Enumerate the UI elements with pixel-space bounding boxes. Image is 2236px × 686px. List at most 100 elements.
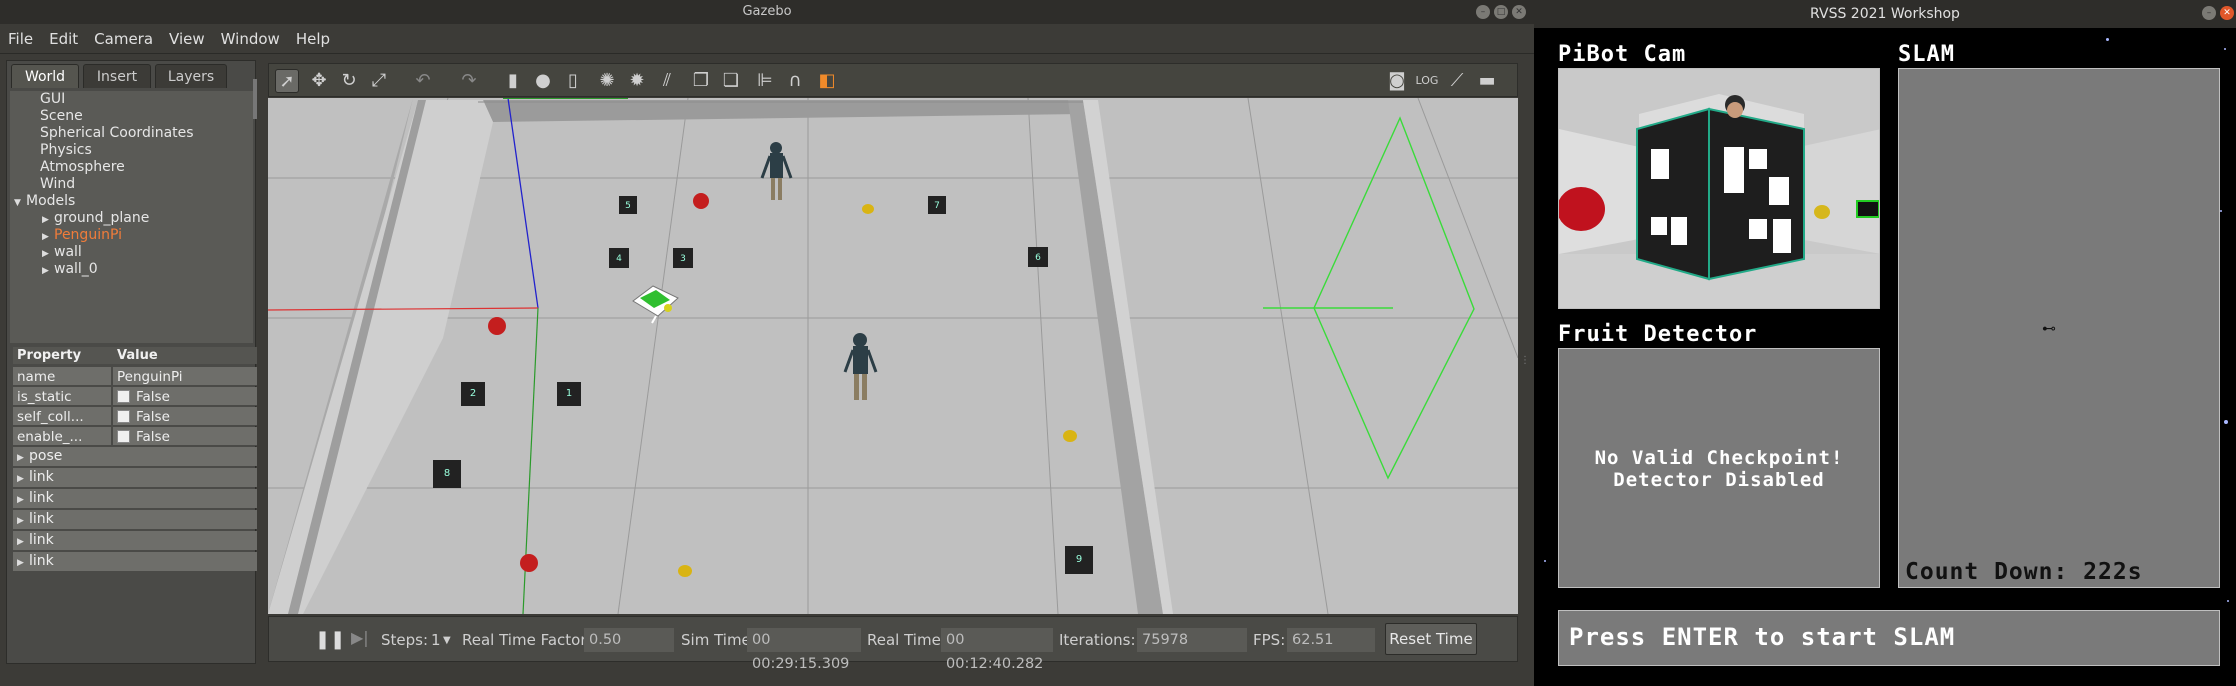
property-value[interactable]: False [113,407,257,426]
expanded-arrow-icon[interactable]: ▼ [14,195,26,212]
collapsed-arrow-icon[interactable]: ▶ [17,491,29,510]
scene-drawing: 5 7 4 3 6 2 1 8 9 [268,98,1518,614]
rvss-close-icon[interactable]: ✕ [2220,6,2234,20]
log-icon[interactable]: LOG [1415,69,1439,93]
menu-camera[interactable]: Camera [86,24,161,54]
undo-icon[interactable]: ↶ [411,69,435,93]
svg-text:1: 1 [566,388,572,399]
collapsed-arrow-icon[interactable]: ▶ [17,512,29,531]
close-icon[interactable]: ✕ [1512,5,1526,19]
property-value[interactable]: False [113,387,257,406]
tree-item[interactable]: Spherical Coordinates [28,125,194,142]
select-mode-icon[interactable]: ➚ [275,69,299,93]
checkbox[interactable] [117,410,130,423]
collapsed-arrow-icon[interactable]: ▶ [42,263,54,280]
tab-insert[interactable]: Insert [83,64,151,88]
scale-mode-icon[interactable]: ⤢ [367,69,391,93]
tree-item[interactable]: ▶ wall [42,244,82,261]
cylinder-shape-icon[interactable]: ▯ [561,69,585,93]
tree-item[interactable]: ▼ Models [14,193,75,210]
fps-label: FPS: [1253,631,1286,649]
detector-msg-line1: No Valid Checkpoint! [1594,447,1844,469]
video-record-icon[interactable]: ▬ [1475,69,1499,93]
splitter-handle[interactable]: ⋮ [1520,355,1530,375]
tree-item[interactable]: Atmosphere [28,159,125,176]
property-row: is_static False [13,387,257,407]
svg-text:7: 7 [934,201,940,211]
sim-time-label: Sim Time: [681,631,756,649]
expandable-pose[interactable]: ▶ pose [13,447,257,466]
property-name: name [13,367,111,386]
gazebo-title: Gazebo [742,4,792,19]
star-dot [2224,48,2226,50]
property-value[interactable]: False [113,427,257,446]
expandable-label: link [29,469,54,485]
collapsed-arrow-icon[interactable]: ▶ [17,470,29,489]
box-shape-icon[interactable]: ▮ [501,69,525,93]
tree-item[interactable]: ▶ PenguinPi [42,227,122,244]
tree-item[interactable]: GUI [28,91,65,108]
redo-icon[interactable]: ↷ [457,69,481,93]
real-time-field: 00 00:12:40.282 [941,628,1053,672]
rvss-minimize-icon[interactable]: – [2202,6,2216,20]
tree-item-label: Models [26,193,76,209]
maximize-icon[interactable]: □ [1494,5,1508,19]
menu-file[interactable]: File [0,24,41,54]
steps-value[interactable]: 1 [431,631,441,649]
property-row: self_coll... False [13,407,257,427]
plot-icon[interactable]: ⟋ [1445,69,1469,93]
paste-icon[interactable]: ❏ [719,69,743,93]
menu-view[interactable]: View [161,24,213,54]
collapsed-arrow-icon[interactable]: ▶ [17,449,29,468]
spot-light-icon[interactable]: ✹ [625,69,649,93]
star-dot [1544,560,1546,562]
fruit-detector-title: Fruit Detector [1558,322,1758,347]
gazebo-title-bar: Gazebo [0,0,1534,24]
translate-mode-icon[interactable]: ✥ [307,69,331,93]
property-name: is_static [13,387,111,406]
tree-item[interactable]: Scene [28,108,83,125]
scene-viewport[interactable]: 5 7 4 3 6 2 1 8 9 [268,98,1518,614]
tree-item-label: wall_0 [54,261,98,277]
point-light-icon[interactable]: ✺ [595,69,619,93]
steps-dropdown-icon[interactable]: ▼ [443,635,451,646]
svg-text:9: 9 [1076,554,1082,565]
minimize-icon[interactable]: – [1476,5,1490,19]
expandable-link[interactable]: ▶ link [13,489,257,508]
menu-help[interactable]: Help [288,24,338,54]
sphere-shape-icon[interactable]: ● [531,69,555,93]
expandable-link[interactable]: ▶ link [13,531,257,550]
copy-icon[interactable]: ❐ [689,69,713,93]
property-col-header: Property [17,348,82,363]
checkbox[interactable] [117,430,130,443]
collapsed-arrow-icon[interactable]: ▶ [17,554,29,573]
expandable-link[interactable]: ▶ link [13,552,257,571]
tab-world[interactable]: World [11,64,79,88]
expandable-link[interactable]: ▶ link [13,510,257,529]
view-angle-icon[interactable]: ◧ [815,69,839,93]
pause-icon[interactable]: ❚❚ [315,629,345,650]
tree-item-label: Spherical Coordinates [40,125,194,141]
expandable-label: link [29,553,54,569]
expandable-link[interactable]: ▶ link [13,468,257,487]
align-icon[interactable]: ⊫ [753,69,777,93]
rtf-label: Real Time Factor: [462,631,592,649]
reset-time-button[interactable]: Reset Time [1385,623,1477,655]
menu-edit[interactable]: Edit [41,24,86,54]
tree-item[interactable]: Physics [28,142,92,159]
collapsed-arrow-icon[interactable]: ▶ [17,533,29,552]
tab-layers[interactable]: Layers [155,64,227,88]
tree-scrollbar[interactable] [253,79,257,119]
tree-item[interactable]: ▶ wall_0 [42,261,98,278]
checkbox[interactable] [117,390,130,403]
screenshot-icon[interactable]: ◙ [1385,69,1409,93]
snap-icon[interactable]: ∩ [783,69,807,93]
directional-light-icon[interactable]: ⫽ [655,69,679,93]
menu-window[interactable]: Window [213,24,288,54]
expandable-label: link [29,532,54,548]
rotate-mode-icon[interactable]: ↻ [337,69,361,93]
tree-item[interactable]: ▶ ground_plane [42,210,149,227]
tree-item[interactable]: Wind [28,176,75,193]
step-icon[interactable]: ▶| [351,628,369,647]
svg-text:6: 6 [1035,253,1041,263]
